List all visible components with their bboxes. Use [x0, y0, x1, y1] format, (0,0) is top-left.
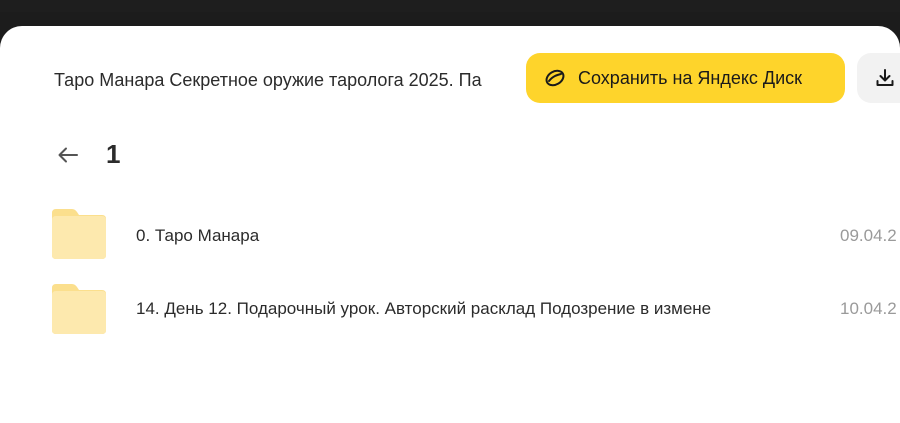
yandex-disk-icon: [544, 67, 566, 89]
file-list-sheet: Таро Манара Секретное оружие таролога 20…: [0, 26, 900, 423]
device-top-bar: [0, 0, 900, 12]
arrow-left-icon[interactable]: [55, 142, 81, 168]
page-title: Таро Манара Секретное оружие таролога 20…: [54, 70, 482, 90]
item-date: 10.04.2: [840, 299, 897, 318]
current-folder-name: 1: [106, 139, 121, 169]
folder-icon: [50, 282, 108, 336]
save-to-disk-button[interactable]: Сохранить на Яндекс Диск: [526, 53, 845, 103]
download-icon: [874, 67, 896, 89]
save-button-label: Сохранить на Яндекс Диск: [578, 68, 803, 88]
list-item[interactable]: 14. День 12. Подарочный урок. Авторский …: [0, 282, 900, 346]
download-button[interactable]: [857, 53, 900, 103]
list-item[interactable]: 0. Таро Манара 09.04.2: [0, 207, 900, 271]
folder-icon: [50, 207, 108, 261]
item-name: 14. День 12. Подарочный урок. Авторский …: [136, 299, 712, 318]
item-date: 09.04.2: [840, 226, 897, 245]
item-name: 0. Таро Манара: [136, 226, 260, 245]
